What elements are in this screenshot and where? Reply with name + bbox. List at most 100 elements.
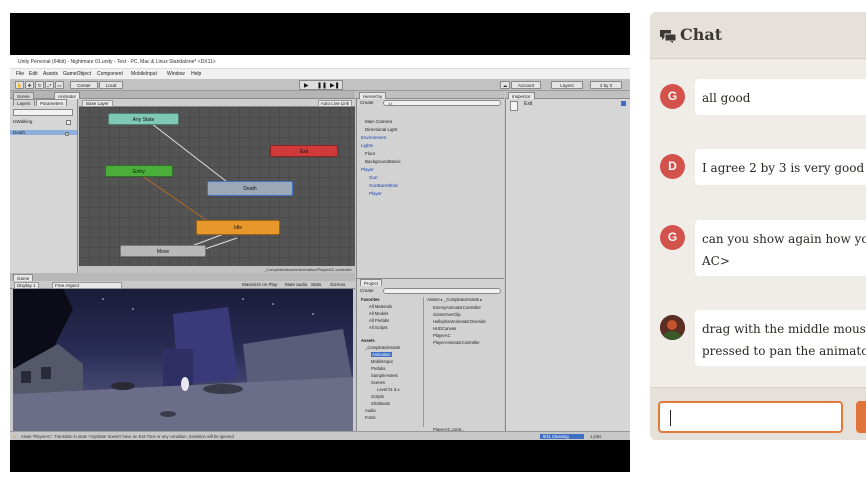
mute-audio-toggle[interactable]: Mute audio (285, 282, 307, 287)
auto-live-link-toggle[interactable]: Auto Live Link (317, 100, 352, 107)
rect-tool-icon[interactable]: ▭ (55, 81, 64, 89)
folder-item[interactable]: _CompletedAssets (365, 345, 400, 350)
stats-toggle[interactable]: Stats (311, 282, 321, 287)
menu-help[interactable]: Help (191, 71, 201, 77)
favorite-item[interactable]: All Scripts (369, 325, 388, 330)
game-tabbar: Game (10, 273, 355, 281)
hierarchy-item[interactable]: Lights (361, 143, 373, 148)
base-layer-breadcrumb[interactable]: Base Layer (82, 100, 113, 107)
hierarchy-item[interactable]: Gun (369, 175, 378, 180)
menu-file[interactable]: File (16, 71, 24, 77)
hierarchy-item[interactable]: Environment (361, 135, 386, 140)
pivot-local-button[interactable]: Local (99, 81, 123, 89)
account-dropdown[interactable]: Account (511, 81, 541, 89)
hierarchy-item[interactable]: Main Camera (365, 119, 392, 124)
menu-gameobject[interactable]: GameObject (63, 71, 91, 77)
parameters-search-input[interactable] (13, 109, 73, 116)
menu-edit[interactable]: Edit (29, 71, 38, 77)
favorite-item[interactable]: All Prefabs (369, 318, 389, 323)
hierarchy-item[interactable]: Floor (365, 151, 375, 156)
tab-inspector[interactable]: Inspector (508, 92, 535, 99)
state-idle[interactable]: Idle (196, 220, 280, 235)
file-item[interactable]: HUDCanvas (433, 326, 456, 331)
chat-message-input[interactable] (658, 401, 843, 433)
hierarchy-item[interactable]: Player (361, 167, 374, 172)
tab-hierarchy[interactable]: Hierarchy (359, 92, 387, 99)
move-tool-icon[interactable]: ✥ (25, 81, 34, 89)
favorite-item[interactable]: All Models (369, 311, 388, 316)
folder-item[interactable]: SampleAssets (371, 373, 398, 378)
unity-toolbar: ✋ ✥ ↻ ⤢ ▭ Center Local ▶ ❚❚ ▶❚ ☁ Account… (10, 79, 630, 91)
folder-item[interactable]: Scenes (371, 380, 385, 385)
favorites-header[interactable]: Favorites (361, 297, 380, 302)
animator-graph[interactable]: Any State Exit Entry Death Idle Move (79, 107, 355, 266)
game-viewport[interactable] (13, 289, 353, 431)
aspect-dropdown[interactable]: Free Aspect (52, 282, 122, 289)
file-item[interactable]: PlayerAC (433, 333, 451, 338)
trigger-radio[interactable] (65, 132, 69, 136)
folder-item[interactable]: Prefabs (371, 366, 385, 371)
assets-header[interactable]: Assets (361, 338, 375, 343)
video-player[interactable]: Unity Personal (64bit) - Nightmare 01.un… (10, 13, 630, 472)
layers-dropdown[interactable]: Layers (551, 81, 583, 89)
cloud-icon[interactable]: ☁ (500, 81, 510, 89)
folder-item[interactable]: MobileInput (371, 359, 393, 364)
gizmos-dropdown[interactable]: Gizmos (330, 282, 345, 287)
rotate-tool-icon[interactable]: ↻ (35, 81, 44, 89)
pause-icon[interactable]: ❚❚ (317, 82, 327, 89)
hierarchy-create-button[interactable]: Create (360, 100, 374, 105)
layout-dropdown[interactable]: 2 by 3 (590, 81, 622, 89)
file-item[interactable]: HellephantAnimatorOverride (433, 319, 486, 324)
maximize-on-play-toggle[interactable]: Maximize on Play (242, 282, 277, 287)
play-icon[interactable]: ▶ (304, 82, 309, 89)
favorite-item[interactable]: All Materials (369, 304, 392, 309)
avatar[interactable]: G (660, 84, 685, 109)
hierarchy-item[interactable]: Player (369, 191, 382, 196)
pivot-center-button[interactable]: Center (70, 81, 98, 89)
folder-item[interactable]: Scripts (371, 394, 384, 399)
avatar[interactable]: G (660, 225, 685, 250)
hierarchy-item[interactable]: GunBarrelEnd (369, 183, 398, 188)
avatar[interactable]: D (660, 154, 685, 179)
project-create-button[interactable]: Create (360, 288, 374, 293)
avatar[interactable] (660, 315, 685, 340)
tab-animator[interactable]: Animator (54, 92, 81, 99)
file-item[interactable]: EnemyAnimatorController (433, 305, 481, 310)
send-button[interactable] (856, 401, 866, 433)
state-death[interactable]: Death (207, 181, 293, 196)
folder-item[interactable]: Level 01 5.x (377, 387, 400, 392)
parameter-row[interactable]: IsWalking (13, 119, 32, 124)
state-entry[interactable]: Entry (105, 165, 173, 177)
folder-item[interactable]: Audio (365, 408, 376, 413)
tab-parameters[interactable]: Parameters (36, 99, 68, 106)
folder-item[interactable]: Shotbeats (371, 401, 390, 406)
menu-window[interactable]: Window (167, 71, 185, 77)
tab-layers[interactable]: Layers (13, 99, 35, 106)
menu-assets[interactable]: Assets (43, 71, 58, 77)
window-shape (21, 371, 31, 383)
hierarchy-item[interactable]: Directional Light (365, 127, 397, 132)
hierarchy-item[interactable]: BackgroundMusic (365, 159, 401, 164)
tab-project[interactable]: Project (360, 279, 383, 286)
hierarchy-search-input[interactable]: All (383, 100, 501, 106)
tab-scene[interactable]: Scene (13, 92, 34, 99)
project-breadcrumb[interactable]: Assets ▸ _CompletedAssets ▸ (427, 297, 482, 302)
hand-tool-icon[interactable]: ✋ (15, 81, 24, 89)
state-any-state[interactable]: Any State (108, 113, 179, 125)
state-move[interactable]: Move (120, 245, 206, 257)
folder-item[interactable]: Animation (371, 352, 392, 357)
display-dropdown[interactable]: Display 1 (14, 282, 39, 289)
settings-icon[interactable] (621, 101, 626, 106)
file-item[interactable]: GameOverClip (433, 312, 461, 317)
menu-mobileinput[interactable]: MobileInput (131, 71, 157, 77)
scale-tool-icon[interactable]: ⤢ (45, 81, 54, 89)
file-item[interactable]: PlayerAnimatorController (433, 340, 480, 345)
folder-item[interactable]: Fonts (365, 415, 375, 420)
menu-component[interactable]: Component (97, 71, 123, 77)
state-exit[interactable]: Exit (270, 145, 338, 157)
parameter-checkbox[interactable] (66, 120, 71, 125)
project-search-input[interactable] (383, 288, 501, 294)
tab-game[interactable]: Game (13, 274, 34, 281)
status-warning-text[interactable]: Asset 'PlayerAC': Transition in state 'A… (21, 434, 234, 439)
step-icon[interactable]: ▶❚ (330, 82, 340, 89)
